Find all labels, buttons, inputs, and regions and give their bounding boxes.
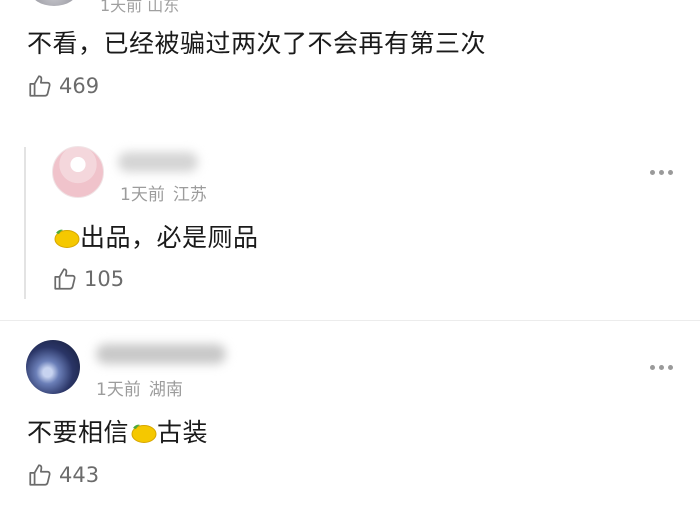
comment-location: 江苏 — [172, 185, 207, 205]
comment-text: 不要相信 古装 — [27, 418, 209, 447]
comment-text: 出品，必是厕品 — [52, 218, 259, 254]
lemon-emoji-icon — [54, 229, 80, 248]
comment-time: 1天前 — [96, 380, 141, 400]
more-options-icon[interactable] — [650, 170, 673, 175]
like-button[interactable]: 105 — [52, 266, 124, 292]
like-count: 105 — [84, 267, 125, 291]
username-blurred[interactable] — [118, 152, 198, 172]
like-count: 469 — [59, 74, 100, 98]
like-button[interactable]: 469 — [27, 73, 99, 99]
comment-text: 不看，已经被骗过两次了不会再有第三次 — [27, 29, 487, 58]
comment-time: 1天前 — [120, 185, 165, 205]
comment-meta: 1天前 山东 — [100, 0, 180, 15]
avatar[interactable] — [52, 146, 104, 198]
username-blurred[interactable] — [96, 344, 226, 364]
comment-meta: 1天前 湖南 — [96, 375, 183, 400]
thumbs-up-icon — [29, 464, 51, 486]
reply-thread-line — [24, 147, 26, 299]
more-options-icon[interactable] — [650, 365, 673, 370]
comment-location: 湖南 — [148, 380, 183, 400]
comment-meta: 1天前 江苏 — [120, 180, 207, 205]
divider — [0, 320, 700, 321]
lemon-emoji-icon — [131, 424, 157, 443]
like-count: 443 — [59, 463, 100, 487]
like-button[interactable]: 443 — [27, 462, 99, 488]
thumbs-up-icon — [29, 75, 51, 97]
avatar[interactable] — [30, 0, 78, 6]
avatar[interactable] — [26, 340, 80, 394]
thumbs-up-icon — [54, 268, 76, 290]
